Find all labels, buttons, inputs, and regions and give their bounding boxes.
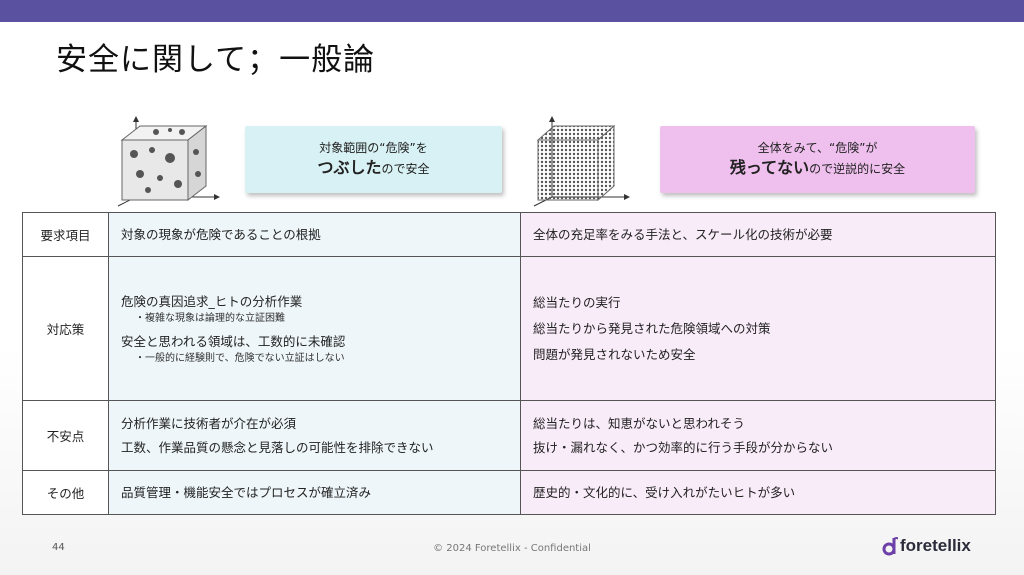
left-callout-line1: 対象範囲の“危険”を <box>319 141 428 155</box>
left-cell: 対象の現象が危険であることの根拠 <box>108 212 521 257</box>
right-callout-box: 全体をみて、“危険”が 残ってないので逆説的に安全 <box>660 126 975 193</box>
top-bar <box>0 0 1024 22</box>
comparison-table: 要求項目 対象の現象が危険であることの根拠 全体の充足率をみる手法と、スケール化… <box>22 212 996 515</box>
foretellix-logo-icon <box>882 537 898 556</box>
left-cell: 分析作業に技術者が介在が必須 工数、作業品質の懸念と見落しの可能性を排除できない <box>108 400 521 471</box>
cell-text: 抜け・漏れなく、かつ効率的に行う手段が分からない <box>533 439 834 455</box>
table-row: その他 品質管理・機能安全ではプロセスが確立済み 歴史的・文化的に、受け入れがた… <box>22 470 996 515</box>
sparse-cube-icon <box>117 116 220 207</box>
foretellix-logo: foretellix <box>882 536 971 556</box>
right-cell: 全体の充足率をみる手法と、スケール化の技術が必要 <box>520 212 996 257</box>
right-cell: 総当たりは、知恵がないと思われそう 抜け・漏れなく、かつ効率的に行う手段が分から… <box>520 400 996 471</box>
right-callout-rest: ので逆説的に安全 <box>809 162 906 176</box>
left-callout-emphasis: つぶした <box>317 158 382 177</box>
table-row: 要求項目 対象の現象が危険であることの根拠 全体の充足率をみる手法と、スケール化… <box>22 212 996 257</box>
left-callout-box: 対象範囲の“危険”を つぶしたので安全 <box>245 126 502 193</box>
left-callout-line2: つぶしたので安全 <box>245 157 502 180</box>
cell-text: 総当たりの実行 <box>533 294 621 310</box>
cell-text: 総当たりから発見された危険領域への対策 <box>533 320 771 336</box>
right-cell: 総当たりの実行 総当たりから発見された危険領域への対策 問題が発見されないため安… <box>520 256 996 401</box>
cell-text: 全体の充足率をみる手法と、スケール化の技術が必要 <box>533 226 833 242</box>
cell-text: 歴史的・文化的に、受け入れがたいヒトが多い <box>533 484 796 500</box>
copyright-footer: © 2024 Foretellix - Confidential <box>433 543 591 554</box>
left-cell: 危険の真因追求_ヒトの分析作業 ・複雑な現象は論理的な立証困難 安全と思われる領… <box>108 256 521 401</box>
right-cell: 歴史的・文化的に、受け入れがたいヒトが多い <box>520 470 996 515</box>
cell-text: 総当たりは、知恵がないと思われそう <box>533 415 745 431</box>
dense-cube-icon <box>533 116 630 207</box>
cell-subtext: ・複雑な現象は論理的な立証困難 <box>135 312 285 324</box>
left-callout-rest: ので安全 <box>381 162 430 176</box>
cell-text: 品質管理・機能安全ではプロセスが確立済み <box>121 484 372 500</box>
cell-text: 危険の真因追求_ヒトの分析作業 <box>121 293 303 309</box>
left-cell: 品質管理・機能安全ではプロセスが確立済み <box>108 470 521 515</box>
row-header: 不安点 <box>22 400 109 471</box>
cell-text: 対象の現象が危険であることの根拠 <box>121 226 321 242</box>
right-callout-line2: 残ってないので逆説的に安全 <box>660 157 975 180</box>
right-callout-emphasis: 残ってない <box>729 158 810 177</box>
cell-text: 工数、作業品質の懸念と見落しの可能性を排除できない <box>121 439 434 455</box>
row-header: その他 <box>22 470 109 515</box>
row-header: 要求項目 <box>22 212 109 257</box>
table-row: 対応策 危険の真因追求_ヒトの分析作業 ・複雑な現象は論理的な立証困難 安全と思… <box>22 256 996 401</box>
right-callout-line1: 全体をみて、“危険”が <box>757 141 878 155</box>
cell-subtext: ・一般的に経験則で、危険でない立証はしない <box>135 352 345 364</box>
cell-text: 安全と思われる領域は、工数的に未確認 <box>121 333 346 349</box>
logo-text: foretellix <box>900 536 971 555</box>
page-title: 安全に関して；一般論 <box>56 42 376 78</box>
cell-text: 分析作業に技術者が介在が必須 <box>121 415 297 431</box>
row-header: 対応策 <box>22 256 109 401</box>
cell-text: 問題が発見されないため安全 <box>533 346 696 362</box>
table-row: 不安点 分析作業に技術者が介在が必須 工数、作業品質の懸念と見落しの可能性を排除… <box>22 400 996 471</box>
